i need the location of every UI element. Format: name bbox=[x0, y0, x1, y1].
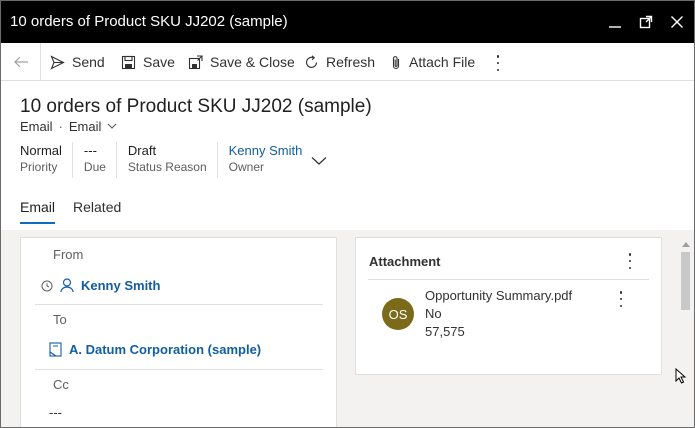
priority-field: Normal Priority bbox=[20, 142, 73, 178]
from-value: Kenny Smith bbox=[81, 278, 161, 293]
to-label: To bbox=[53, 312, 67, 327]
to-value: A. Datum Corporation (sample) bbox=[69, 342, 262, 357]
chevron-down-icon bbox=[107, 123, 117, 129]
cc-label: Cc bbox=[53, 377, 69, 392]
send-label: Send bbox=[72, 54, 105, 70]
email-fields-section: From Kenny Smith To A. Datum Corporation… bbox=[20, 237, 337, 427]
attachment-file-name[interactable]: Opportunity Summary.pdf bbox=[425, 288, 572, 303]
send-button[interactable]: Send bbox=[50, 43, 105, 81]
tab-related[interactable]: Related bbox=[73, 199, 121, 224]
owner-field: Kenny Smith Owner bbox=[229, 142, 313, 178]
mouse-cursor-icon bbox=[675, 368, 686, 384]
minimize-icon bbox=[609, 26, 621, 28]
pop-out-icon bbox=[639, 15, 653, 29]
title-bar: 10 orders of Product SKU JJ202 (sample) bbox=[1, 1, 694, 43]
refresh-button[interactable]: Refresh bbox=[304, 43, 375, 81]
attachment-row-more-button[interactable] bbox=[614, 291, 628, 307]
status-reason-value: Draft bbox=[127, 143, 157, 158]
save-and-close-button[interactable]: Save & Close bbox=[188, 43, 295, 81]
priority-label: Priority bbox=[20, 160, 58, 174]
attach-file-button[interactable]: Attach File bbox=[390, 43, 475, 81]
due-value: --- bbox=[83, 143, 97, 158]
attachment-title: Attachment bbox=[369, 254, 441, 269]
expand-header-button[interactable] bbox=[311, 153, 327, 171]
owner-link[interactable]: Kenny Smith bbox=[229, 142, 303, 159]
required-clock-icon bbox=[41, 280, 53, 291]
attachment-grid-more-button[interactable] bbox=[623, 253, 637, 269]
send-icon bbox=[50, 54, 65, 70]
chevron-down-icon bbox=[311, 157, 327, 165]
vertical-scrollbar[interactable] bbox=[678, 238, 693, 427]
form-selector-label: Email bbox=[68, 119, 102, 134]
record-title: 10 orders of Product SKU JJ202 (sample) bbox=[20, 96, 372, 117]
divider bbox=[35, 369, 323, 370]
from-label: From bbox=[53, 247, 84, 262]
priority-value: Normal bbox=[20, 143, 62, 158]
to-lookup[interactable]: A. Datum Corporation (sample) bbox=[49, 342, 261, 357]
entity-name: Email bbox=[20, 119, 53, 134]
scrollbar-thumb[interactable] bbox=[681, 252, 690, 310]
account-icon bbox=[49, 342, 62, 357]
refresh-icon bbox=[306, 54, 318, 68]
refresh-label: Refresh bbox=[326, 54, 376, 70]
separator-dot: · bbox=[58, 119, 63, 134]
divider bbox=[368, 279, 649, 280]
attachment-avatar: OS bbox=[382, 298, 414, 330]
status-reason-field: Draft Status Reason bbox=[128, 142, 218, 178]
paperclip-icon bbox=[392, 55, 400, 69]
entity-line: Email · Email bbox=[20, 119, 117, 134]
from-lookup[interactable]: Kenny Smith bbox=[41, 278, 160, 293]
form-selector[interactable]: Email bbox=[69, 119, 118, 134]
close-icon bbox=[671, 16, 683, 28]
save-and-close-icon bbox=[188, 54, 203, 69]
scroll-up-icon[interactable] bbox=[682, 242, 690, 248]
back-button[interactable] bbox=[1, 43, 41, 81]
header-fields: Normal Priority --- Due Draft Status Rea… bbox=[20, 142, 323, 178]
save-and-close-label: Save & Close bbox=[210, 54, 295, 70]
owner-label: Owner bbox=[228, 160, 264, 174]
save-label: Save bbox=[143, 54, 175, 70]
user-icon bbox=[60, 278, 74, 293]
email-window: 10 orders of Product SKU JJ202 (sample) … bbox=[0, 0, 695, 428]
close-button[interactable] bbox=[664, 9, 690, 35]
window-title: 10 orders of Product SKU JJ202 (sample) bbox=[10, 13, 288, 30]
attachment-section: Attachment OS Opportunity Summary.pdf No… bbox=[355, 237, 662, 375]
pop-out-button[interactable] bbox=[633, 9, 659, 35]
tab-email[interactable]: Email bbox=[20, 199, 56, 224]
command-bar: Send Save Save & Close Refresh Attach Fi… bbox=[1, 43, 694, 81]
save-icon bbox=[121, 55, 136, 69]
minimize-button[interactable] bbox=[602, 9, 628, 35]
tab-list: Email Related bbox=[20, 199, 139, 224]
attachment-size: 57,575 bbox=[425, 324, 465, 339]
divider bbox=[35, 304, 323, 305]
cc-value[interactable]: --- bbox=[49, 405, 62, 420]
due-field: --- Due bbox=[84, 142, 117, 178]
back-arrow-icon bbox=[13, 56, 28, 68]
save-button[interactable]: Save bbox=[121, 43, 175, 81]
more-commands-button[interactable] bbox=[491, 55, 505, 71]
attachment-flag: No bbox=[425, 306, 442, 321]
due-label: Due bbox=[83, 160, 106, 174]
status-reason-label: Status Reason bbox=[127, 160, 207, 174]
attach-file-label: Attach File bbox=[409, 54, 476, 70]
